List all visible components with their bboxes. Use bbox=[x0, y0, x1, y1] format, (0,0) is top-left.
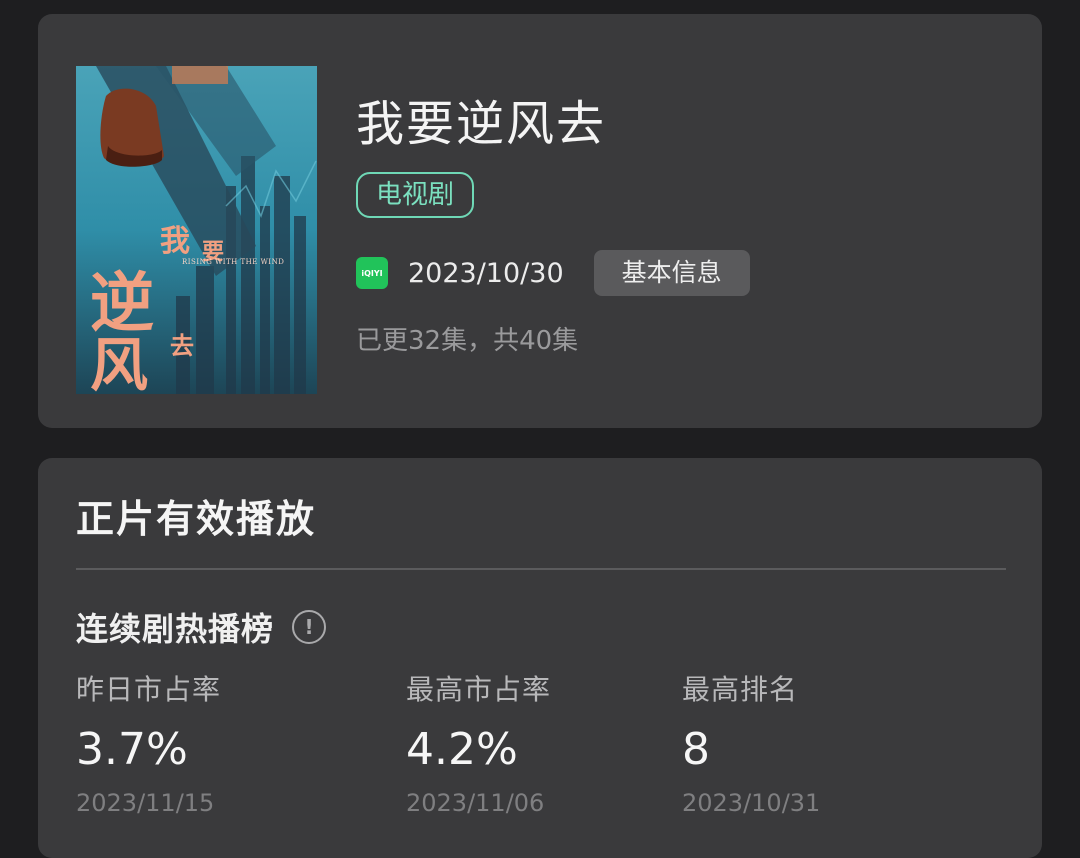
stat-value: 8 bbox=[682, 724, 710, 775]
poster-char: 风 bbox=[90, 331, 149, 394]
poster-char: 去 bbox=[170, 331, 194, 360]
stat-value: 4.2% bbox=[406, 724, 518, 775]
poster-char: 我 bbox=[160, 224, 190, 259]
poster-english-title: RISING WITH THE WIND bbox=[182, 258, 285, 266]
playback-card: 正片有效播放 连续剧热播榜 ! 昨日市占率 3.7% 2023/11/15 最高… bbox=[38, 458, 1042, 858]
platform-row: iQIYI 2023/10/30 基本信息 bbox=[356, 250, 750, 296]
stat-value: 3.7% bbox=[76, 724, 188, 775]
stat-date: 2023/11/15 bbox=[76, 789, 215, 817]
type-tag: 电视剧 bbox=[356, 172, 475, 218]
stat-date: 2023/11/06 bbox=[406, 789, 545, 817]
iqiyi-icon: iQIYI bbox=[356, 257, 388, 289]
poster-image[interactable]: 我 要 逆 风 去 RISING WITH THE WIND bbox=[76, 66, 317, 394]
section-title: 正片有效播放 bbox=[76, 497, 317, 541]
show-card: 我 要 逆 风 去 RISING WITH THE WIND 我要逆风去 电视剧… bbox=[38, 14, 1042, 428]
basic-info-button[interactable]: 基本信息 bbox=[593, 250, 750, 296]
divider bbox=[76, 568, 1006, 570]
episodes-status: 已更32集，共40集 bbox=[356, 326, 579, 356]
stat-date: 2023/10/31 bbox=[682, 789, 821, 817]
stat-label: 最高市占率 bbox=[406, 673, 552, 706]
info-icon[interactable]: ! bbox=[292, 610, 327, 644]
ranking-header: 连续剧热播榜 ! bbox=[76, 604, 327, 650]
stat-peak-share: 最高市占率 4.2% 2023/11/06 bbox=[406, 668, 551, 817]
ranking-title: 连续剧热播榜 bbox=[76, 610, 275, 648]
stat-peak-rank: 最高排名 8 2023/10/31 bbox=[682, 668, 820, 817]
stat-label: 昨日市占率 bbox=[76, 673, 222, 706]
show-title: 我要逆风去 bbox=[356, 96, 607, 152]
stat-label: 最高排名 bbox=[682, 673, 799, 706]
release-date: 2023/10/30 bbox=[408, 257, 564, 289]
stat-yesterday-share: 昨日市占率 3.7% 2023/11/15 bbox=[76, 668, 221, 817]
